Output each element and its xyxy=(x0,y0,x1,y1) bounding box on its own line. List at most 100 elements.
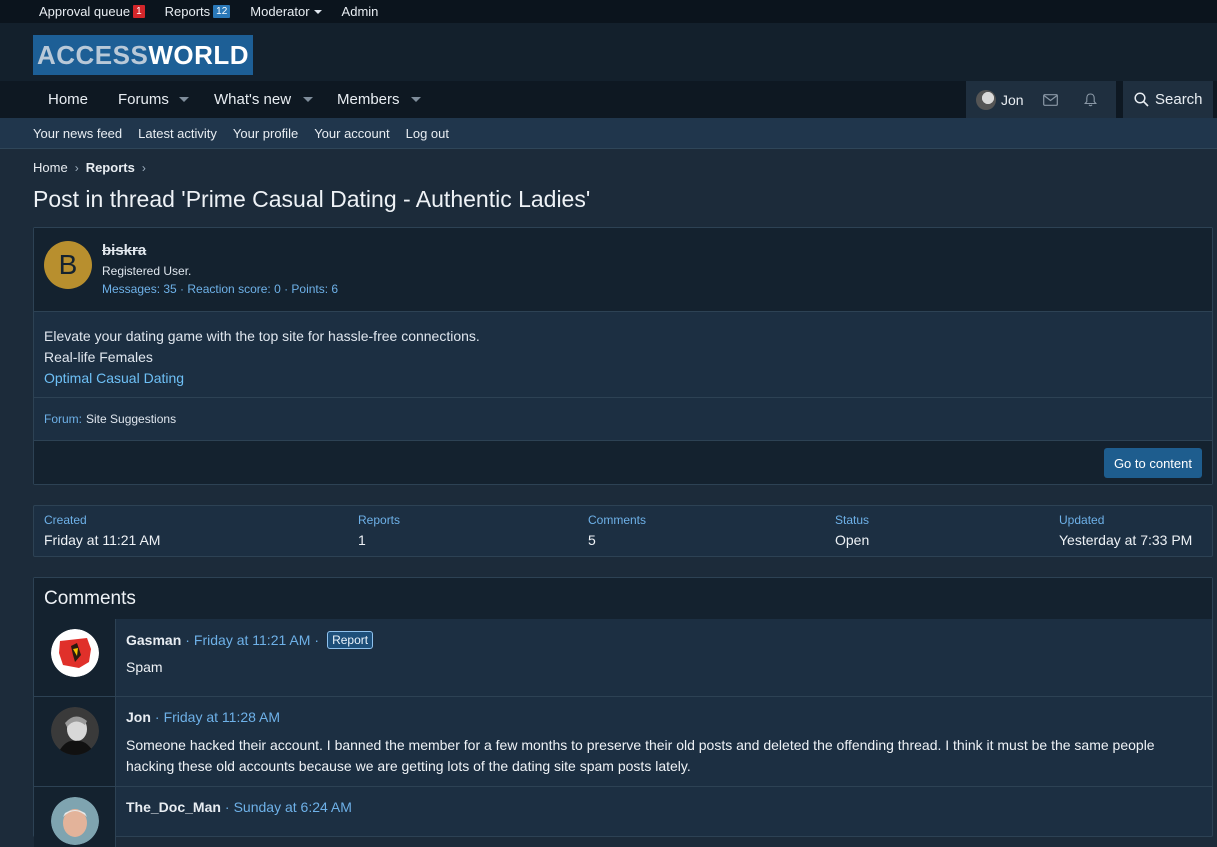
separator-dot: · xyxy=(314,632,320,648)
account-area: Jon xyxy=(966,81,1116,118)
chevron-down-icon xyxy=(411,97,421,102)
content-line: Real-life Females xyxy=(44,349,153,365)
reported-user-card: B biskra Registered User. Messages: 35 ·… xyxy=(34,228,1212,312)
stat-reports: Reports 1 xyxy=(358,513,400,548)
moderator-label: Moderator xyxy=(250,4,310,19)
subnav-your-account[interactable]: Your account xyxy=(314,126,389,141)
reports-link[interactable]: Reports 12 xyxy=(165,4,231,19)
envelope-icon[interactable] xyxy=(1042,93,1058,106)
stat-value: Yesterday at 7:33 PM xyxy=(1059,532,1193,548)
approval-queue-link[interactable]: Approval queue 1 xyxy=(39,4,145,19)
search-button[interactable]: Search xyxy=(1123,81,1213,118)
stat-updated: Updated Yesterday at 7:33 PM xyxy=(1059,513,1192,548)
nav-tab-home[interactable]: Home xyxy=(48,81,88,118)
breadcrumb-home[interactable]: Home xyxy=(33,160,68,175)
comments-heading: Comments xyxy=(34,578,1212,619)
nav-forums-menu-toggle[interactable] xyxy=(179,81,189,118)
page-title: Post in thread 'Prime Casual Dating - Au… xyxy=(33,186,591,212)
admin-link[interactable]: Admin xyxy=(342,4,379,19)
comment-avatar-column xyxy=(34,619,116,696)
search-icon xyxy=(1134,92,1149,107)
stat-label: Comments xyxy=(588,513,647,527)
separator-dot: · xyxy=(185,632,190,648)
staff-bar: Approval queue 1 Reports 12 Moderator Ad… xyxy=(0,0,1217,23)
separator-dot: · xyxy=(224,799,230,815)
separator-dot: · xyxy=(154,709,160,725)
admin-label: Admin xyxy=(341,4,379,19)
user-avatar[interactable]: B xyxy=(44,241,92,289)
comment-item: Gasman · Friday at 11:21 AM · Report Spa… xyxy=(34,619,1212,696)
content-link[interactable]: Optimal Casual Dating xyxy=(44,368,1202,389)
subnav-news-feed[interactable]: Your news feed xyxy=(33,126,122,141)
user-avatar[interactable] xyxy=(51,797,99,845)
reported-username[interactable]: biskra xyxy=(102,242,146,259)
subnav-your-profile[interactable]: Your profile xyxy=(233,126,298,141)
moderator-menu[interactable]: Moderator xyxy=(250,4,322,19)
reported-content: Elevate your dating game with the top si… xyxy=(34,312,1212,398)
breadcrumb-reports[interactable]: Reports xyxy=(86,160,135,175)
user-avatar[interactable] xyxy=(51,707,99,755)
stat-label: Created xyxy=(44,513,87,527)
comment-meta: Jon · Friday at 11:28 AM xyxy=(126,709,280,725)
comment-author[interactable]: Gasman xyxy=(126,632,181,648)
forum-name[interactable]: Site Suggestions xyxy=(86,412,176,426)
site-header: ACCESS WORLD xyxy=(0,23,1217,81)
stat-created: Created Friday at 11:21 AM xyxy=(44,513,160,548)
approval-queue-count-badge: 1 xyxy=(133,5,145,18)
nav-members-menu-toggle[interactable] xyxy=(411,81,421,118)
comment-avatar-column xyxy=(34,787,116,847)
stat-value: 5 xyxy=(588,532,596,548)
nav-tab-members[interactable]: Members xyxy=(337,81,400,118)
chevron-right-icon: › xyxy=(141,160,146,175)
nav-tab-whats-new[interactable]: What's new xyxy=(214,81,291,118)
stat-label: Updated xyxy=(1059,513,1105,527)
approval-queue-label: Approval queue xyxy=(39,4,131,19)
reports-label: Reports xyxy=(164,4,211,19)
stat-value: Open xyxy=(835,532,870,548)
comment-time[interactable]: Friday at 11:21 AM xyxy=(194,632,310,648)
stat-value: Friday at 11:21 AM xyxy=(44,532,161,548)
chevron-right-icon: › xyxy=(74,160,79,175)
user-avatar[interactable] xyxy=(976,89,996,110)
subnav-log-out[interactable]: Log out xyxy=(406,126,449,141)
comment-item: The_Doc_Man · Sunday at 6:24 AM xyxy=(34,787,1212,847)
search-label: Search xyxy=(1155,91,1203,108)
comment-text: Spam xyxy=(126,659,163,675)
stat-comments: Comments 5 xyxy=(588,513,646,548)
comment-author[interactable]: The_Doc_Man xyxy=(126,799,221,815)
comment-meta: The_Doc_Man · Sunday at 6:24 AM xyxy=(126,799,352,815)
stat-label: Reports xyxy=(358,513,401,527)
stat-status: Status Open xyxy=(835,513,869,548)
comment-time[interactable]: Sunday at 6:24 AM xyxy=(234,799,352,815)
comment-author[interactable]: Jon xyxy=(126,709,151,725)
sub-nav: Your news feed Latest activity Your prof… xyxy=(0,118,1217,149)
user-avatar[interactable] xyxy=(51,629,99,677)
comment-time[interactable]: Friday at 11:28 AM xyxy=(164,709,280,725)
comment-text: Someone hacked their account. I banned t… xyxy=(126,737,1155,774)
nav-tab-forums[interactable]: Forums xyxy=(118,81,169,118)
logo-text-access: ACCESS xyxy=(36,39,149,70)
comment-avatar-column xyxy=(34,697,116,786)
caret-down-icon xyxy=(313,9,322,14)
stat-value: 1 xyxy=(358,532,366,548)
bell-icon[interactable] xyxy=(1083,92,1097,107)
user-stats: Messages: 35 · Reaction score: 0 · Point… xyxy=(102,282,339,296)
breadcrumb: Home › Reports › xyxy=(33,160,153,175)
subnav-latest-activity[interactable]: Latest activity xyxy=(138,126,217,141)
logo-text-world: WORLD xyxy=(148,39,250,70)
content-line: Elevate your dating game with the top si… xyxy=(44,328,480,344)
comment-item: Jon · Friday at 11:28 AM Someone hacked … xyxy=(34,697,1212,786)
account-username[interactable]: Jon xyxy=(1001,92,1024,108)
go-to-content-button[interactable]: Go to content xyxy=(1103,448,1202,478)
site-logo[interactable]: ACCESS WORLD xyxy=(33,35,253,75)
report-footer: Go to content xyxy=(34,441,1212,484)
main-nav: Home Forums What's new Members Jon Searc… xyxy=(0,81,1217,118)
stat-label: Status xyxy=(835,513,870,527)
chevron-down-icon xyxy=(303,97,313,102)
report-forum-info: Forum: Site Suggestions xyxy=(34,398,1212,441)
report-block: B biskra Registered User. Messages: 35 ·… xyxy=(33,227,1213,485)
chevron-down-icon xyxy=(179,97,189,102)
report-badge: Report xyxy=(327,631,374,649)
forum-label: Forum: xyxy=(44,412,83,426)
nav-whats-new-menu-toggle[interactable] xyxy=(303,81,313,118)
